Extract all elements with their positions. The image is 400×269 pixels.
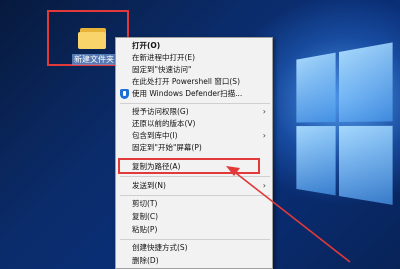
annotation-arrow-icon <box>226 166 351 263</box>
